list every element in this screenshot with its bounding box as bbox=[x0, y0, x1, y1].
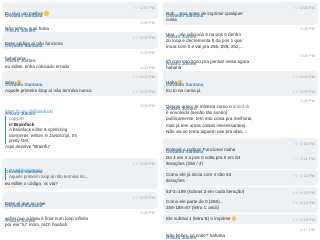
message-author[interactable]: Osvaldo Santana bbox=[5, 169, 42, 174]
chat-column-right: Osvaldo Santana ✓✓2:08 PM Nah... traz ant… bbox=[163, 0, 318, 240]
message-author[interactable]: Osvaldo Santana bbox=[166, 13, 203, 18]
message[interactable]: Osvaldo Santana ✓✓2:08 PM Nah... traz ant… bbox=[163, 2, 318, 26]
message-time: 2:15 PM bbox=[300, 217, 315, 222]
read-check-icon: ✓✓ bbox=[292, 173, 300, 178]
message-time: 2:03 PM bbox=[140, 89, 155, 94]
message[interactable]: ✓✓2:14 PM Como ele parte de 0 (256)... 2… bbox=[163, 197, 318, 214]
read-check-icon: ✓✓ bbox=[292, 217, 300, 222]
message-time: 2:09 PM bbox=[140, 210, 155, 215]
message[interactable]: ✓✓2:12 PM Como ele já inicia com 4 são 6… bbox=[163, 170, 318, 187]
read-check-icon: ✓✓ bbox=[292, 5, 300, 10]
message-time: 2:09 PM bbox=[140, 195, 155, 200]
message[interactable]: Alvaro Justen 2:05 PM https://copy.sh/bra… bbox=[2, 100, 158, 152]
message[interactable]: ✓✓2:15 PM Ele subtrai 1 (letra B) e impr… bbox=[163, 214, 318, 225]
message-time: 2:09 PM bbox=[300, 89, 315, 94]
read-check-icon: ✓✓ bbox=[132, 195, 140, 200]
read-check-icon: ✓✓ bbox=[292, 141, 300, 146]
message-author[interactable]: Alvaro Justen bbox=[166, 235, 196, 240]
message[interactable]: ✓✓2:13 PM 63*3=189 (sobras 3 em cada ite… bbox=[163, 187, 318, 198]
message-author[interactable]: Alvaro Justen bbox=[166, 106, 196, 111]
message[interactable]: Alvaro Justen 2:17 PM Não bebeu só noite?… bbox=[163, 224, 318, 240]
chat-column-left: Osvaldo Santana ✓✓1:57 PM Eu vivo um melh… bbox=[2, 0, 158, 240]
message-time: 2:08 PM bbox=[300, 53, 315, 58]
read-check-icon: ✓✓ bbox=[132, 35, 140, 40]
inline-link[interactable]: brainf.ck bbox=[233, 104, 250, 109]
emoji-icon bbox=[44, 11, 49, 16]
message[interactable]: Osvaldo Santana ✓✓2:08 PM Osvaldo Santana… bbox=[2, 158, 158, 190]
message-time: 2:08 PM bbox=[300, 26, 315, 31]
message[interactable]: Alvaro Justen 2:08 PM Hpa... ele adiciona… bbox=[163, 23, 318, 53]
message-time: 2:13 PM bbox=[300, 190, 315, 195]
read-check-icon: ✓✓ bbox=[132, 161, 140, 166]
message-time: 2:09 PM bbox=[300, 98, 315, 103]
message-time: 2:03 PM bbox=[140, 74, 155, 79]
message-time: 2:03 PM bbox=[140, 50, 155, 55]
message-time: 2:02 PM bbox=[140, 35, 155, 40]
read-check-icon: ✓✓ bbox=[292, 200, 300, 205]
message-time: 2:12 PM bbox=[300, 173, 315, 178]
message-author[interactable]: Alvaro Justen bbox=[166, 34, 196, 39]
chat-page: Osvaldo Santana ✓✓1:57 PM Eu vivo um melh… bbox=[0, 0, 320, 240]
read-check-icon: ✓✓ bbox=[292, 74, 300, 79]
message-time: 2:17 PM bbox=[300, 227, 315, 232]
message-time: 2:11 PM bbox=[300, 156, 315, 161]
message-time: 1:59 PM bbox=[140, 20, 155, 25]
message-time: 2:08 PM bbox=[300, 5, 315, 10]
link-preview[interactable]: copy.sh i# Brainfuck A Brainfuck editor … bbox=[5, 116, 155, 144]
quote-text: Aquele primeiro loop aí não termina nu..… bbox=[9, 174, 89, 179]
message-time: 2:08 PM bbox=[140, 161, 155, 166]
message-author[interactable]: Alvaro Justen bbox=[5, 111, 35, 116]
message[interactable]: ✓✓2:11 PM De 4 em 4 a pos 0 volta pra 0 … bbox=[163, 153, 318, 170]
message-text: Aqui devolve "Brainfu" bbox=[5, 143, 51, 149]
read-check-icon: ✓✓ bbox=[132, 5, 140, 10]
preview-description: A Brainfuck editor & optimizing interpre… bbox=[9, 127, 77, 144]
message-text-continued: é envolvido (senão tão sonso) publicamen… bbox=[166, 110, 253, 134]
read-check-icon: ✓✓ bbox=[132, 89, 140, 94]
message-time: 2:09 PM bbox=[300, 74, 315, 79]
read-check-icon: ✓✓ bbox=[132, 74, 140, 79]
message-author[interactable]: Alvaro Justen bbox=[166, 61, 196, 66]
message[interactable]: ✓✓2:03 PM Aquele primeiro loop aí não te… bbox=[2, 86, 158, 97]
message-time: 2:05 PM bbox=[140, 103, 155, 108]
message-time: 2:10 PM bbox=[300, 141, 315, 146]
message-time: 2:03 PM bbox=[140, 65, 155, 70]
message[interactable]: Alvaro Justen 2:09 PM Depois quero te mos… bbox=[163, 95, 318, 137]
message[interactable]: Alvaro Justen 2:08 PM tÔ com mto sono pra… bbox=[163, 50, 318, 73]
message[interactable]: Alvaro Justen 2:09 PM achei que a ideia é… bbox=[2, 207, 158, 230]
message-text: eu editei o código, vc viu? bbox=[5, 181, 58, 186]
read-check-icon: ✓✓ bbox=[292, 190, 300, 195]
read-check-icon: ✓✓ bbox=[292, 89, 300, 94]
message-time: 2:14 PM bbox=[300, 200, 315, 205]
read-check-icon: ✓✓ bbox=[292, 156, 300, 161]
message-time: 1:57 PM bbox=[140, 5, 155, 10]
message-author[interactable]: Alvaro Justen bbox=[5, 218, 35, 223]
